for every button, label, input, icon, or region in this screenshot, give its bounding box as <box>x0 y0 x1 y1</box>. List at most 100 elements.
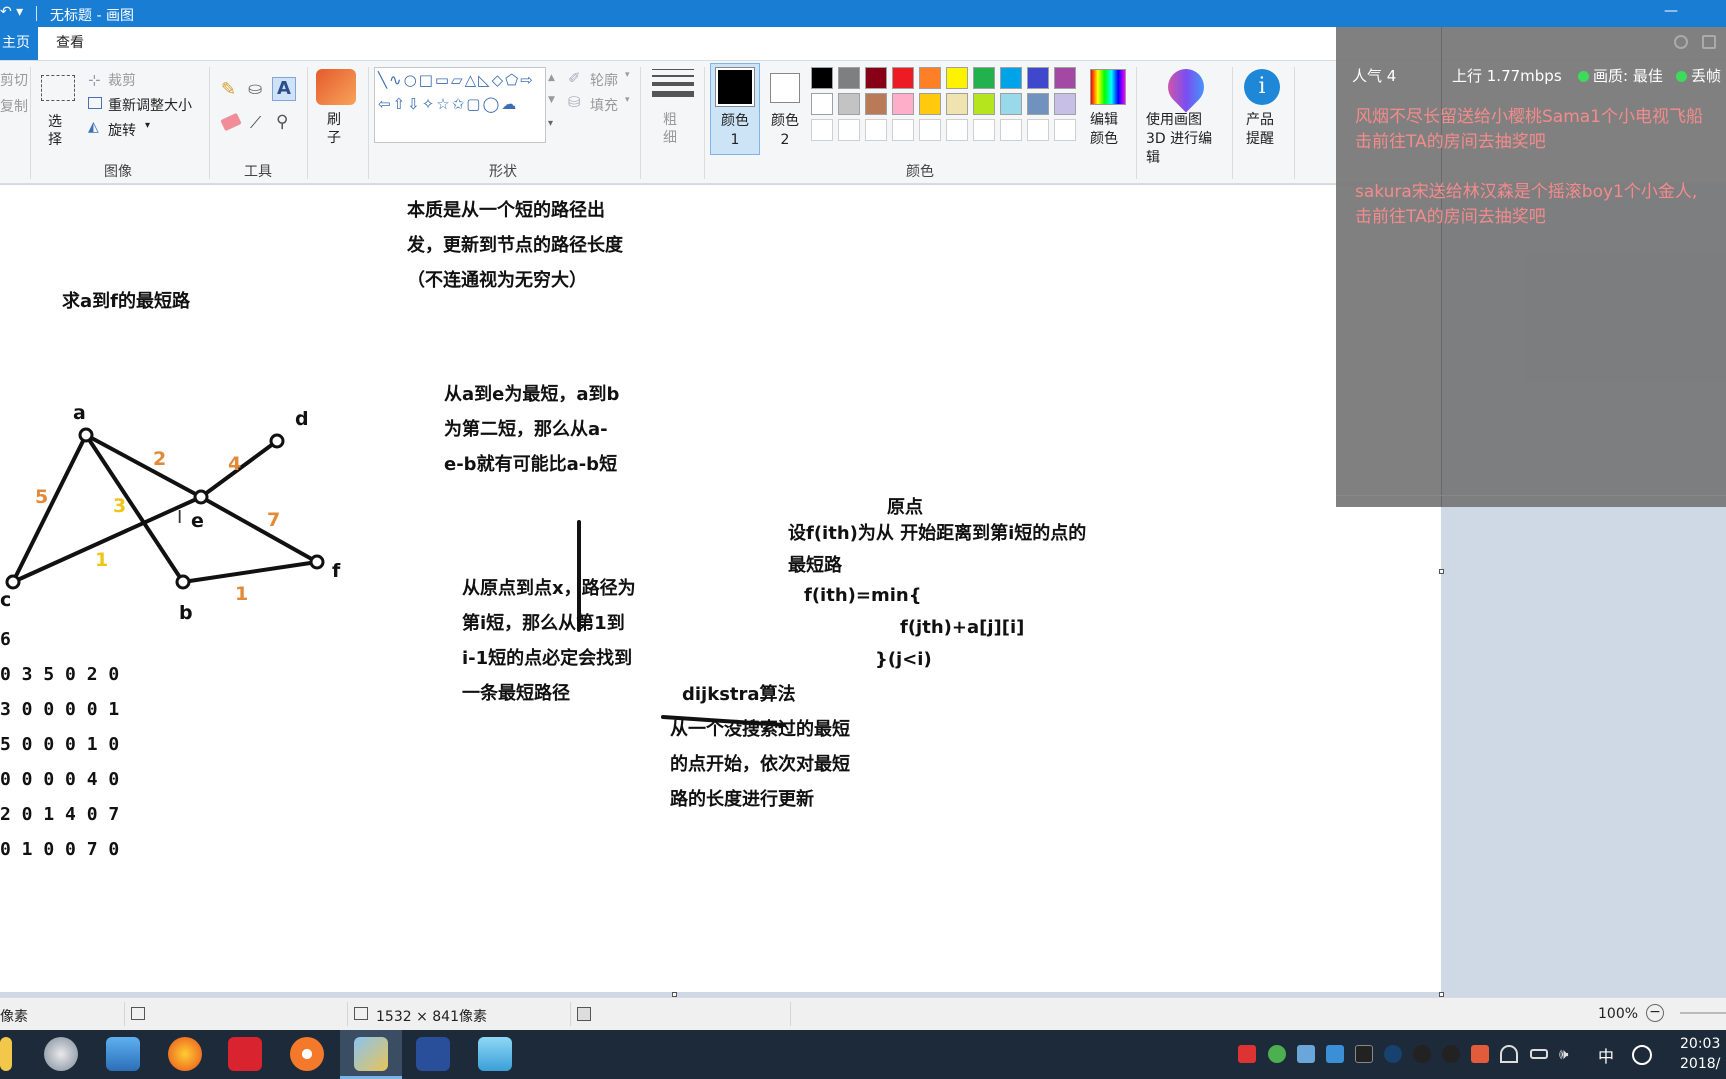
outline-dropdown-icon[interactable]: ▾ <box>625 70 630 80</box>
palette-swatch[interactable] <box>946 119 968 141</box>
palette-swatch[interactable] <box>973 67 995 89</box>
minimize-button[interactable]: — <box>1664 3 1678 19</box>
palette-swatch[interactable] <box>838 119 860 141</box>
info-icon[interactable]: i <box>1244 69 1280 105</box>
quick-access-toolbar[interactable]: ↶ ▾ <box>0 4 23 20</box>
shapes-scroll-up-icon[interactable]: ▲ <box>548 73 555 83</box>
palette-swatch[interactable] <box>1000 67 1022 89</box>
app-icon[interactable] <box>44 1037 78 1071</box>
brush-icon[interactable] <box>316 69 356 105</box>
system-clock[interactable]: 20:03 2018/ <box>1680 1034 1720 1074</box>
palette-swatch[interactable] <box>811 119 833 141</box>
canvas-resize-handle-right[interactable] <box>1439 569 1444 574</box>
rotate-dropdown-icon[interactable]: ▾ <box>145 120 150 131</box>
shapes-more-icon[interactable]: ▾ <box>548 118 553 129</box>
product-alert-button[interactable]: 产品提醒 <box>1246 111 1278 149</box>
palette-swatch[interactable] <box>811 67 833 89</box>
live-stream-icon[interactable] <box>478 1037 512 1071</box>
size-button[interactable]: 粗细 <box>663 111 681 147</box>
magnifier-icon[interactable]: ⚲ <box>276 112 288 132</box>
palette-swatch[interactable] <box>811 93 833 115</box>
palette-swatch[interactable] <box>919 93 941 115</box>
paint-icon[interactable] <box>354 1037 388 1071</box>
palette-swatch[interactable] <box>1027 119 1049 141</box>
palette-swatch[interactable] <box>1054 93 1076 115</box>
size-icon[interactable] <box>652 69 694 99</box>
eraser-icon[interactable] <box>220 112 242 132</box>
palette-swatch[interactable] <box>946 67 968 89</box>
epic-games-icon[interactable] <box>1355 1045 1373 1063</box>
palette-swatch[interactable] <box>1054 119 1076 141</box>
fill-button[interactable]: 填充 <box>590 95 618 115</box>
steam-icon[interactable] <box>1384 1045 1402 1063</box>
color2-swatch[interactable] <box>770 73 800 103</box>
palette-swatch[interactable] <box>946 93 968 115</box>
tray-app-icon[interactable] <box>1238 1045 1256 1063</box>
color-picker-icon[interactable]: ⟋ <box>250 113 261 133</box>
youdao-icon[interactable] <box>228 1037 262 1071</box>
paint3d-icon[interactable] <box>1160 61 1212 113</box>
color2-label[interactable]: 颜色 2 <box>770 112 800 150</box>
copy-button[interactable]: 复制 <box>0 96 28 116</box>
file-explorer-icon[interactable] <box>0 1037 12 1071</box>
fill-dropdown-icon[interactable]: ▾ <box>625 95 630 105</box>
tray-app-icon[interactable] <box>1326 1045 1344 1063</box>
zoom-slider[interactable] <box>1680 1012 1726 1014</box>
qq-icon[interactable] <box>1413 1045 1431 1063</box>
palette-swatch[interactable] <box>919 119 941 141</box>
zoom-out-icon[interactable]: − <box>1646 1004 1664 1022</box>
cut-button[interactable]: 剪切 <box>0 70 28 90</box>
fill-bucket-icon[interactable]: ⛀ <box>248 79 262 99</box>
qq-icon[interactable] <box>1442 1045 1460 1063</box>
palette-swatch[interactable] <box>1027 67 1049 89</box>
tab-home[interactable]: 主页 <box>0 27 38 60</box>
crop-button[interactable]: 裁剪 <box>108 70 136 90</box>
blender-icon[interactable] <box>290 1037 324 1071</box>
text-tool-icon[interactable]: A <box>272 77 296 101</box>
select-icon[interactable] <box>41 75 75 101</box>
shapes-scroll-down-icon[interactable]: ▼ <box>548 95 555 105</box>
brush-button[interactable]: 刷子 <box>327 111 345 147</box>
palette-swatch[interactable] <box>865 93 887 115</box>
drawing-canvas[interactable]: a b c d e f 5 2 3 4 1 7 1 I 本质是从一个短的路径出 … <box>0 185 1441 992</box>
palette-swatch[interactable] <box>973 119 995 141</box>
devcpp-icon[interactable] <box>416 1037 450 1071</box>
shapes-gallery[interactable]: ╲∿○□▭▱△◺◇⬠⇨⇦⇧⇩✧☆✩▢◯☁ <box>374 67 546 143</box>
select-button[interactable]: 选择 <box>48 113 68 149</box>
note-essence: 本质是从一个短的路径出 发，更新到节点的路径长度 （不连通视为无穷大） <box>407 193 623 298</box>
clock-time: 20:03 <box>1680 1036 1721 1052</box>
resize-button[interactable]: 重新调整大小 <box>108 95 192 115</box>
computer-icon[interactable] <box>106 1037 140 1071</box>
firefox-icon[interactable] <box>168 1037 202 1071</box>
palette-swatch[interactable] <box>892 93 914 115</box>
edit-colors-icon[interactable] <box>1090 69 1126 105</box>
tray-app-icon[interactable] <box>1297 1045 1315 1063</box>
palette-swatch[interactable] <box>973 93 995 115</box>
settings-icon[interactable] <box>1674 35 1688 49</box>
palette-swatch[interactable] <box>865 67 887 89</box>
pencil-icon[interactable]: ✎ <box>221 79 236 100</box>
palette-swatch[interactable] <box>919 67 941 89</box>
battery-icon[interactable] <box>1530 1049 1548 1059</box>
palette-swatch[interactable] <box>1027 93 1049 115</box>
tray-app-icon[interactable] <box>1471 1045 1489 1063</box>
rotate-button[interactable]: 旋转 <box>108 120 136 140</box>
paint3d-button[interactable]: 使用画图 3D 进行编辑 <box>1146 111 1226 168</box>
outline-button[interactable]: 轮廓 <box>590 70 618 90</box>
notification-icon[interactable] <box>1632 1045 1652 1065</box>
palette-swatch[interactable] <box>892 67 914 89</box>
tray-shield-icon[interactable] <box>1268 1045 1286 1063</box>
palette-swatch[interactable] <box>892 119 914 141</box>
wifi-icon[interactable] <box>1500 1045 1518 1063</box>
ime-indicator[interactable]: 中 <box>1598 1043 1614 1067</box>
palette-swatch[interactable] <box>1054 67 1076 89</box>
palette-swatch[interactable] <box>838 67 860 89</box>
palette-swatch[interactable] <box>1000 93 1022 115</box>
tab-view[interactable]: 查看 <box>56 27 84 60</box>
edit-colors-button[interactable]: 编辑颜色 <box>1090 111 1122 149</box>
palette-swatch[interactable] <box>838 93 860 115</box>
volume-icon[interactable]: 🕪 <box>1559 1045 1577 1063</box>
palette-swatch[interactable] <box>1000 119 1022 141</box>
palette-swatch[interactable] <box>865 119 887 141</box>
popout-icon[interactable] <box>1702 35 1716 49</box>
